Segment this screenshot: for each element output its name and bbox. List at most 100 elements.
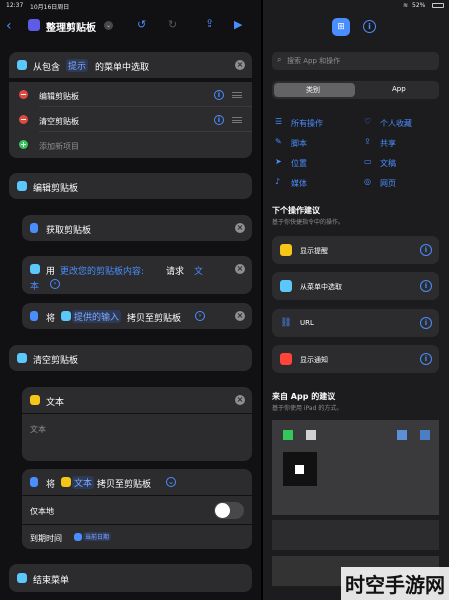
collapse-chevron-icon[interactable]: ⌄ [166,477,176,487]
prompt-field[interactable]: 更改您的剪贴板内容: [60,264,144,277]
text-variable-chip[interactable]: 文本 [72,476,95,489]
get-clipboard-action[interactable]: 获取剪贴板 × [22,215,252,241]
reorder-handle-icon[interactable] [232,117,242,123]
prompt-chip[interactable]: 提示 [66,59,89,72]
category-web[interactable]: 网页 [380,178,396,189]
segment-categories[interactable]: 类别 [306,85,320,95]
shortcut-app-icon [28,19,40,31]
status-date: 10月16日周日 [30,4,70,11]
text-action-title: 文本 [46,398,65,408]
run-play-icon[interactable]: ▶ [234,18,242,31]
text-body-field[interactable]: 文本 [22,414,252,461]
info-icon[interactable]: i [420,244,432,256]
provided-input-chip[interactable]: 提供的输入 [72,310,122,323]
menu-item-label[interactable]: 清空剪贴板 [39,116,79,127]
alert-icon [280,244,292,256]
menu-case-label: 编辑剪贴板 [33,184,79,194]
copy-to-clipboard-action[interactable]: 将 提供的输入 拷贝至剪贴板 › × [22,303,252,329]
expand-chevron-icon[interactable]: › [195,311,205,321]
category-favorites[interactable]: 个人收藏 [380,118,412,129]
local-only-row: 仅本地 [22,496,252,524]
ask-input-icon [30,264,40,274]
expires-label: 到期时间 [30,534,62,543]
redo-icon[interactable]: ↻ [168,18,177,31]
suggestion-label: URL [300,319,314,327]
input-type-field[interactable]: 文 [194,264,203,277]
title-menu-chevron-icon[interactable]: ⌄ [104,21,113,30]
text-action[interactable]: 文本 × [22,387,252,413]
status-time: 12:37 [6,2,24,9]
copy-text-action[interactable]: 将 文本 拷贝至剪贴板 ⌄ [22,469,252,495]
share-icon[interactable]: ⇪ [205,17,214,30]
menu-item-label[interactable]: 编辑剪贴板 [39,91,79,102]
suggestion-show-notification[interactable]: 显示通知 i [272,345,439,373]
segmented-control: 类别 App [272,81,439,99]
text-placeholder: 文本 [30,425,46,434]
shortcut-title[interactable]: 整理剪贴板 [46,19,96,34]
action-label: 获取剪贴板 [46,226,92,236]
segment-apps[interactable]: App [392,85,406,93]
menu-case-clear[interactable]: 清空剪贴板 [9,345,252,371]
list-icon: ☰ [275,117,283,126]
remove-action-icon[interactable]: × [235,395,245,405]
current-date-chip[interactable]: 当前日期 [83,532,112,541]
input-type-field-wrap[interactable]: 本 [30,279,39,292]
remove-action-icon[interactable]: × [235,223,245,233]
suggestion-url[interactable]: ⛓ URL i [272,309,439,337]
expand-chevron-icon[interactable]: › [50,279,60,289]
divider [39,106,252,107]
delete-item-icon[interactable] [19,115,28,124]
suggestion-show-alert[interactable]: 显示提醒 i [272,236,439,264]
actions-tab-icon[interactable]: ⊞ [332,18,350,36]
suggestion-choose-from-menu[interactable]: 从菜单中选取 i [272,272,439,300]
info-icon[interactable]: i [420,280,432,292]
link-icon: ⛓ [280,318,292,328]
end-menu-label: 结束菜单 [33,576,70,586]
category-scripting[interactable]: 脚本 [291,138,307,149]
local-only-toggle[interactable] [214,502,244,519]
category-media[interactable]: 媒体 [291,178,307,189]
menu-action-icon [17,60,27,70]
add-item-button[interactable]: 添加新项目 [39,141,79,152]
remove-action-icon[interactable]: × [235,264,245,274]
category-documents[interactable]: 文稿 [380,158,396,169]
category-location[interactable]: 位置 [291,158,307,169]
info-icon[interactable]: i [214,90,224,100]
ask-prefix: 用 [46,267,56,277]
search-input[interactable]: 搜索 App 和操作 [287,56,340,66]
category-sharing[interactable]: 共享 [380,138,396,149]
details-tab-icon[interactable]: i [363,20,376,33]
undo-icon[interactable]: ↺ [137,18,146,31]
ask-for-input-action[interactable]: 用 更改您的剪贴板内容: 请求 文 本 › × [22,256,252,294]
actions-library-pane: ≋ 52% ⊞ i ⌕ 搜索 App 和操作 类别 App ☰ 所有操作 ♡ 个… [263,0,449,600]
copy-prefix: 将 [46,314,56,324]
remove-action-icon[interactable]: × [235,60,245,70]
variable-icon [61,477,71,487]
end-menu-block[interactable]: 结束菜单 [9,564,252,592]
category-all-actions[interactable]: 所有操作 [291,118,323,129]
menu-icon [280,280,292,292]
menu-case-icon [17,353,27,363]
app-suggestions-subtitle: 基于你使用 iPad 的方式。 [272,405,343,412]
wifi-icon: ≋ [403,2,409,9]
next-action-title: 下个操作建议 [272,206,320,215]
info-icon[interactable]: i [420,317,432,329]
reorder-handle-icon[interactable] [232,92,242,98]
clipboard-icon [30,223,38,233]
info-icon[interactable]: i [214,115,224,125]
menu-case-edit[interactable]: 编辑剪贴板 [9,173,252,199]
expires-row: 到期时间 当前日期 [22,525,252,549]
variable-icon [61,311,71,321]
info-icon[interactable]: i [420,353,432,365]
back-chevron-icon[interactable]: ‹ [6,18,12,34]
app-suggestion-icon [306,430,316,440]
remove-action-icon[interactable]: × [235,311,245,321]
choose-from-menu-action[interactable]: 从包含 提示 的菜单中选取 × [9,52,252,78]
music-icon: ♪ [275,177,281,186]
search-bar[interactable]: ⌕ 搜索 App 和操作 [272,52,439,70]
divider [39,131,252,132]
add-item-icon[interactable]: + [19,140,28,149]
menu-prefix: 从包含 [33,63,61,73]
delete-item-icon[interactable] [19,90,28,99]
watermark-logo: 时空手游网 [341,567,449,600]
